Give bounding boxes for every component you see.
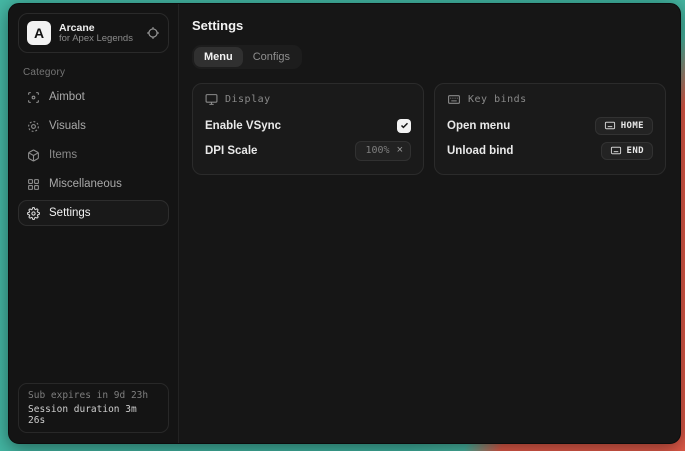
dpi-label: DPI Scale	[205, 145, 257, 157]
package-icon	[27, 149, 40, 162]
keybinds-card-header: Key binds	[447, 93, 653, 106]
keybinds-card-title: Key binds	[468, 94, 527, 105]
tab-configs[interactable]: Configs	[243, 47, 300, 67]
grid-icon	[27, 178, 40, 191]
unload-bind-row: Unload bind END	[447, 138, 653, 163]
keyboard-icon	[604, 120, 616, 131]
display-card-header: Display	[205, 93, 411, 106]
session-card: Sub expires in 9d 23h Session duration 3…	[18, 383, 169, 433]
sidebar-item-settings[interactable]: Settings	[18, 200, 169, 226]
unload-bind-label: Unload bind	[447, 145, 513, 157]
main-panel: Settings Menu Configs Display	[179, 4, 680, 443]
app-subtitle: for Apex Legends	[59, 34, 138, 45]
clear-icon[interactable]: ×	[397, 145, 403, 156]
sidebar-item-label: Miscellaneous	[49, 178, 122, 190]
crosshair-scan-icon	[27, 91, 40, 104]
sidebar-item-aimbot[interactable]: Aimbot	[18, 84, 169, 110]
open-menu-label: Open menu	[447, 120, 510, 132]
vsync-label: Enable VSync	[205, 120, 281, 132]
dpi-value: 100%	[365, 145, 389, 156]
sidebar-item-label: Items	[49, 149, 77, 161]
monitor-icon	[205, 93, 218, 106]
session-duration-text: Session duration 3m 26s	[28, 404, 159, 426]
sidebar-item-label: Visuals	[49, 120, 86, 132]
settings-cards: Display Enable VSync DPI Scale 100% ×	[192, 83, 666, 175]
focus-ring-icon	[27, 120, 40, 133]
unload-bind-key: END	[627, 146, 644, 156]
sidebar: A Arcane for Apex Legends Category	[9, 4, 179, 443]
app-logo: A	[27, 21, 51, 45]
category-nav: Aimbot Visuals	[18, 84, 169, 226]
display-card: Display Enable VSync DPI Scale 100% ×	[192, 83, 424, 175]
dpi-row: DPI Scale 100% ×	[205, 138, 411, 163]
keyboard-icon	[447, 93, 461, 106]
vsync-checkbox-checked[interactable]	[397, 119, 411, 133]
keyboard-icon	[610, 145, 622, 156]
sub-expires-text: Sub expires in 9d 23h	[28, 390, 159, 401]
app-window: A Arcane for Apex Legends Category	[8, 3, 681, 444]
sidebar-item-miscellaneous[interactable]: Miscellaneous	[18, 171, 169, 197]
open-menu-keybind[interactable]: HOME	[595, 117, 653, 135]
dpi-scale-input[interactable]: 100% ×	[355, 141, 411, 161]
display-card-title: Display	[225, 94, 271, 105]
open-menu-key: HOME	[621, 121, 644, 131]
profile-text: Arcane for Apex Legends	[59, 22, 138, 45]
sidebar-item-items[interactable]: Items	[18, 142, 169, 168]
vsync-row: Enable VSync	[205, 113, 411, 138]
crosshair-icon[interactable]	[146, 26, 160, 40]
tab-menu[interactable]: Menu	[194, 47, 243, 67]
category-label: Category	[23, 67, 169, 78]
sidebar-item-label: Aimbot	[49, 91, 85, 103]
keybinds-card: Key binds Open menu HOME	[434, 83, 666, 175]
sidebar-item-label: Settings	[49, 207, 91, 219]
sidebar-item-visuals[interactable]: Visuals	[18, 113, 169, 139]
app-name: Arcane	[59, 22, 138, 34]
tab-bar: Menu Configs	[192, 45, 302, 69]
page-title: Settings	[192, 18, 666, 33]
gear-icon	[27, 207, 40, 220]
unload-bind-keybind[interactable]: END	[601, 142, 653, 160]
open-menu-row: Open menu HOME	[447, 113, 653, 138]
profile-card: A Arcane for Apex Legends	[18, 13, 169, 53]
